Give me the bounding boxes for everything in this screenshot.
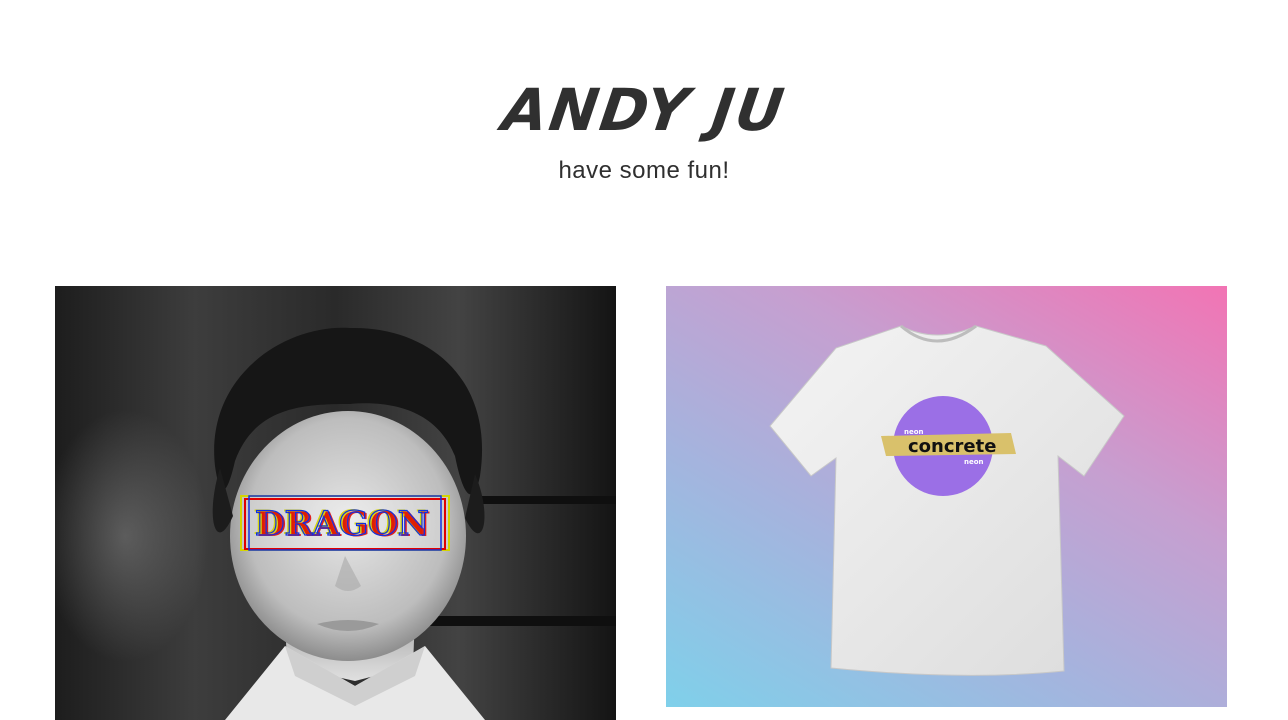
site-title[interactable]: ANDY JU <box>0 76 1288 144</box>
site-header: ANDY JU have some fun! <box>0 0 1288 220</box>
print-main-text: concrete <box>908 436 996 457</box>
print-bottom-text: neon <box>964 458 984 466</box>
site-tagline: have some fun! <box>558 157 730 184</box>
gallery-item-neon-concrete[interactable]: concrete neon neon <box>666 286 1227 707</box>
glitch-text-blue: DRAGON <box>255 504 429 544</box>
tshirt-image: concrete neon neon <box>769 324 1125 676</box>
print-top-text: neon <box>904 428 924 436</box>
gallery-item-dragon[interactable]: DRAGON DRAGON DRAGON <box>55 286 616 720</box>
portrait-image: DRAGON DRAGON DRAGON <box>212 327 485 720</box>
